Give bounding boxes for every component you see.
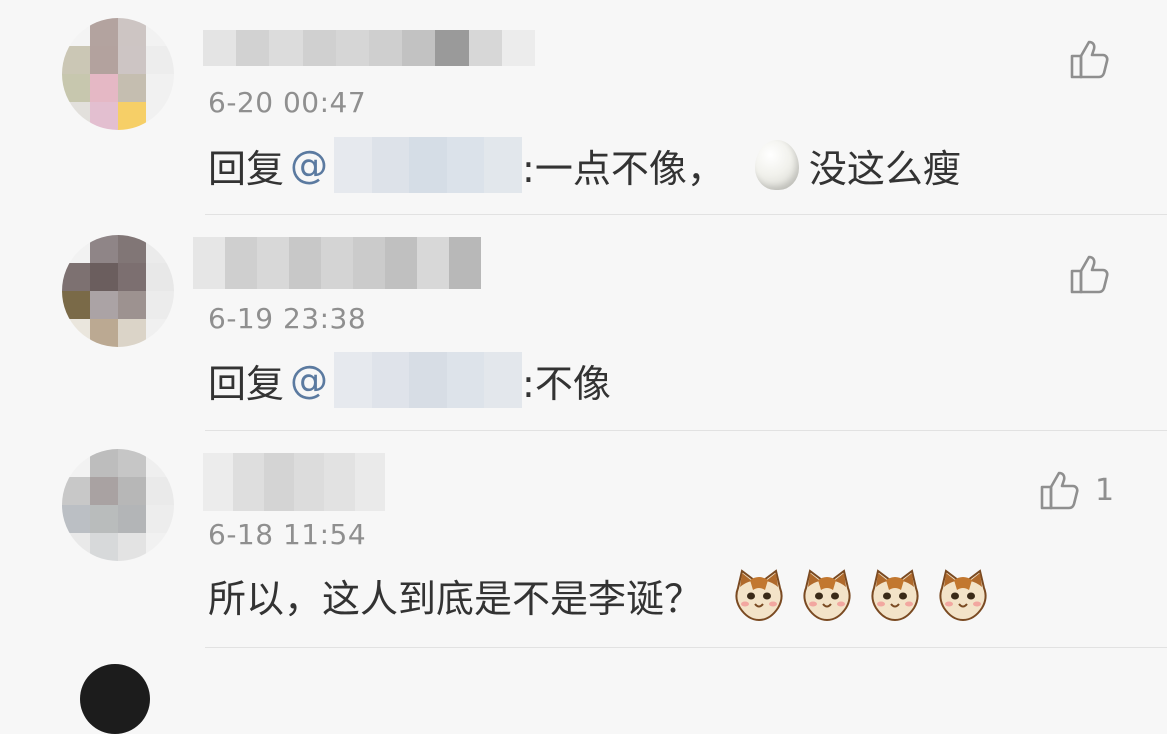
avatar[interactable]: [80, 664, 150, 734]
like-count: 1: [1095, 472, 1115, 508]
comment-text: 回复 @ :不像: [208, 352, 611, 408]
cat-face-emoji: [735, 569, 783, 622]
username-blurred[interactable]: [193, 237, 481, 289]
like-button[interactable]: [1069, 38, 1111, 80]
comment-body: 所以，这人到底是不是李诞？: [208, 576, 703, 621]
comment-body: :一点不像，: [522, 146, 725, 191]
mention-at[interactable]: @: [290, 143, 328, 187]
avatar[interactable]: [62, 235, 174, 347]
mention-blurred[interactable]: [334, 352, 522, 408]
reply-prefix: 回复: [208, 146, 285, 191]
comment-item: 6-18 11:54 所以，这人到底是不是李诞？ 1: [0, 431, 1167, 649]
thumbs-up-icon: [1070, 255, 1109, 294]
avatar[interactable]: [62, 449, 174, 561]
thumbs-up-icon: [1070, 40, 1109, 79]
comment-text: 所以，这人到底是不是李诞？: [208, 567, 990, 623]
mention-blurred[interactable]: [334, 137, 522, 193]
divider: [205, 647, 1167, 648]
cat-face-emoji: [939, 569, 987, 622]
reply-prefix: 回复: [208, 361, 285, 406]
comment-time: 6-18 11:54: [208, 518, 367, 551]
comment-time: 6-19 23:38: [208, 302, 367, 335]
mention-at[interactable]: @: [290, 358, 328, 402]
egg-emoji: [754, 140, 799, 190]
comment-item: 6-20 00:47 回复 @ :一点不像， 没这么瘦: [0, 0, 1167, 215]
cat-face-emoji: [871, 569, 919, 622]
thumbs-up-icon: [1040, 471, 1079, 510]
comment-text: 回复 @ :一点不像， 没这么瘦: [208, 137, 961, 193]
comment-body-tail: 没这么瘦: [808, 146, 961, 191]
cat-emoji-group: [702, 568, 990, 622]
comment-item: 6-19 23:38 回复 @ :不像: [0, 215, 1167, 431]
comment-body: :不像: [522, 361, 611, 406]
username-blurred[interactable]: [203, 453, 385, 511]
username-blurred[interactable]: [203, 30, 536, 66]
like-button[interactable]: [1069, 253, 1111, 295]
cat-face-emoji: [803, 569, 851, 622]
like-button[interactable]: 1: [1039, 469, 1114, 511]
avatar[interactable]: [62, 18, 174, 130]
comment-time: 6-20 00:47: [208, 86, 367, 119]
